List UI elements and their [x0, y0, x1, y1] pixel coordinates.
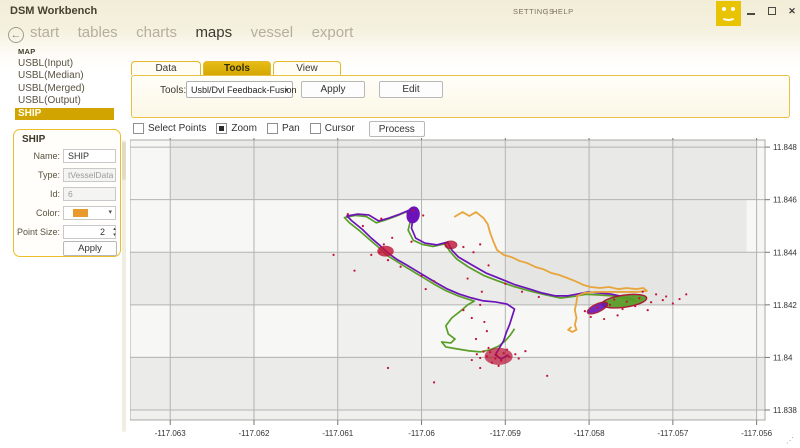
id-field: 6	[63, 187, 116, 201]
close-button[interactable]: ✕	[785, 4, 799, 18]
app-window: DSM Workbench SETTINGS | HELP ✕ ← start …	[0, 0, 800, 448]
nav-item-export[interactable]: export	[312, 24, 354, 41]
minimize-icon	[747, 13, 755, 15]
ship-properties-panel: SHIP Name: SHIP Type: tVesselData Id: 6 …	[13, 129, 121, 257]
name-label: Name:	[14, 151, 60, 161]
color-dropdown[interactable]: ▾	[63, 206, 116, 220]
app-title: DSM Workbench	[10, 5, 97, 17]
chevron-down-icon: ▾	[108, 208, 112, 216]
maximize-icon	[768, 7, 776, 15]
tool-select-dropdown[interactable]: Usbl/Dvl Feedback-Fusion ▾	[186, 81, 293, 98]
stepper-arrows-icon[interactable]: ▴▾	[111, 226, 118, 238]
help-link[interactable]: HELP	[552, 7, 574, 16]
color-label: Color:	[14, 208, 60, 218]
panel-title: SHIP	[22, 134, 45, 145]
svg-text:-117.059: -117.059	[490, 429, 522, 438]
tools-panel: Tools: Usbl/Dvl Feedback-Fusion ▾ Apply …	[131, 75, 790, 118]
nav-item-charts[interactable]: charts	[136, 24, 177, 41]
nav-item-tables[interactable]: tables	[78, 24, 118, 41]
svg-text:-117.062: -117.062	[238, 429, 270, 438]
ship-apply-button[interactable]: Apply	[63, 241, 117, 256]
svg-text:-117.06: -117.06	[408, 429, 435, 438]
svg-text:11.844: 11.844	[773, 248, 797, 257]
chevron-down-icon: ▾	[284, 86, 288, 94]
title-bar: DSM Workbench SETTINGS | HELP ✕	[0, 0, 800, 24]
pan-checkbox[interactable]: Pan	[267, 123, 300, 134]
sidebar-item-usbl-output[interactable]: USBL(Output)	[18, 95, 122, 107]
process-button[interactable]: Process	[369, 121, 425, 137]
svg-text:11.84: 11.84	[773, 353, 793, 362]
smiley-mouth-icon	[721, 12, 736, 21]
resize-grip-icon[interactable]: ⋰	[786, 437, 796, 445]
checkbox-box-icon[interactable]	[216, 123, 227, 134]
map-plot-area[interactable]: -117.063 -117.062 -117.061 -117.06 -117.059 -…	[130, 138, 800, 443]
type-field: tVesselData	[63, 168, 116, 182]
maximize-button[interactable]	[765, 4, 779, 18]
svg-text:11.838: 11.838	[773, 406, 797, 415]
sidebar-item-ship[interactable]: SHIP	[15, 108, 114, 120]
id-label: Id:	[14, 189, 60, 199]
checkbox-box-icon[interactable]	[310, 123, 321, 134]
nav-item-start[interactable]: start	[30, 24, 59, 41]
svg-text:-117.063: -117.063	[155, 429, 187, 438]
svg-text:11.848: 11.848	[773, 143, 797, 152]
layer-tree: USBL(Input) USBL(Median) USBL(Merged) US…	[18, 58, 122, 120]
scrollbar-thumb[interactable]	[122, 142, 126, 180]
point-size-stepper[interactable]: 2	[63, 225, 116, 239]
name-field[interactable]: SHIP	[63, 149, 116, 163]
svg-text:-117.056: -117.056	[741, 429, 773, 438]
nav-bar: ← start tables charts maps vessel export	[0, 24, 800, 48]
vertical-scrollbar[interactable]	[122, 140, 126, 432]
minimize-button[interactable]	[744, 4, 758, 18]
map-plot-svg[interactable]: -117.063 -117.062 -117.061 -117.06 -117.059 -…	[130, 138, 800, 443]
point-size-label: Point Size:	[14, 227, 60, 237]
tab-view[interactable]: View	[273, 61, 341, 75]
app-logo-smiley-icon	[716, 1, 741, 26]
smiley-eye-icon	[731, 7, 735, 11]
svg-text:11.846: 11.846	[773, 196, 797, 205]
tools-edit-button[interactable]: Edit	[379, 81, 443, 98]
titlebar-separator: |	[546, 7, 548, 16]
svg-text:-117.061: -117.061	[322, 429, 354, 438]
tools-label: Tools:	[160, 85, 186, 96]
sidebar-item-usbl-input[interactable]: USBL(Input)	[18, 58, 122, 70]
svg-text:-117.057: -117.057	[657, 429, 689, 438]
selected-tool-value: Usbl/Dvl Feedback-Fusion	[191, 85, 297, 95]
color-swatch	[73, 209, 88, 217]
checkbox-box-icon[interactable]	[133, 123, 144, 134]
cursor-checkbox[interactable]: Cursor	[310, 123, 355, 134]
tools-apply-button[interactable]: Apply	[301, 81, 365, 98]
select-points-checkbox[interactable]: Select Points	[133, 123, 206, 134]
nav-item-maps[interactable]: maps	[195, 24, 232, 41]
tab-tools[interactable]: Tools	[203, 61, 271, 75]
plot-toolbar: Select Points Zoom Pan Cursor Process	[133, 120, 425, 137]
sidebar-header-map: MAP	[18, 47, 36, 56]
svg-text:-117.058: -117.058	[574, 429, 606, 438]
svg-text:11.842: 11.842	[773, 301, 797, 310]
sidebar-item-usbl-median[interactable]: USBL(Median)	[18, 70, 122, 82]
checkbox-box-icon[interactable]	[267, 123, 278, 134]
zoom-checkbox[interactable]: Zoom	[216, 123, 257, 134]
sidebar-item-usbl-merged[interactable]: USBL(Merged)	[18, 83, 122, 95]
tab-data[interactable]: Data	[131, 61, 201, 75]
smiley-eye-icon	[722, 7, 726, 11]
settings-link[interactable]: SETTINGS	[513, 7, 555, 16]
back-button[interactable]: ←	[8, 27, 24, 43]
type-label: Type:	[14, 170, 60, 180]
nav-item-vessel[interactable]: vessel	[251, 24, 294, 41]
